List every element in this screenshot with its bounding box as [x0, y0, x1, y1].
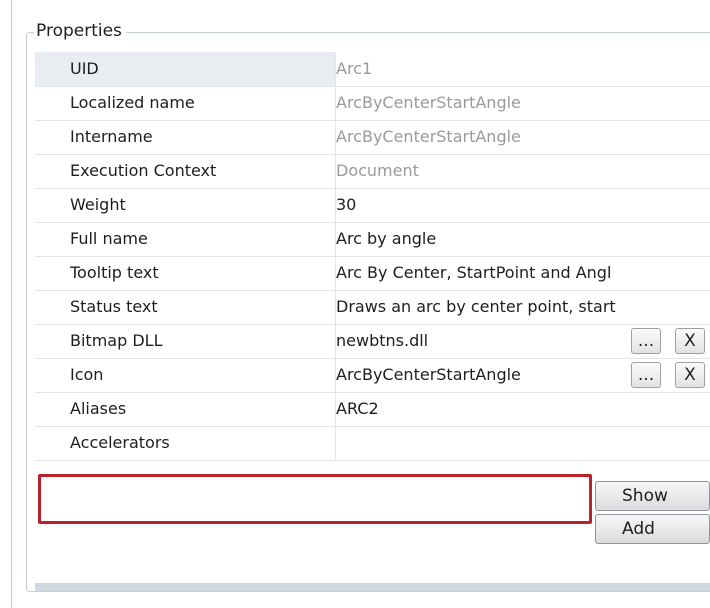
property-name: Icon [35, 358, 336, 392]
property-name: UID [35, 52, 336, 86]
property-row-weight[interactable]: Weight 30 [35, 188, 710, 223]
property-name: Weight [35, 188, 336, 222]
tooltip-text-value-field[interactable]: Arc By Center, StartPoint and Angl [336, 256, 611, 290]
icon-browse-button[interactable]: ... [631, 362, 661, 388]
property-row-localized-name[interactable]: Localized name ArcByCenterStartAngle [35, 86, 710, 121]
bitmap-dll-value-field[interactable]: newbtns.dll [336, 324, 428, 358]
property-name: Execution Context [35, 154, 336, 188]
property-row-intername[interactable]: Intername ArcByCenterStartAngle [35, 120, 710, 155]
property-name: Aliases [35, 392, 336, 426]
properties-group-title: Properties [34, 18, 126, 44]
horizontal-scrollbar[interactable] [35, 583, 710, 591]
full-name-value-field[interactable]: Arc by angle [336, 222, 436, 256]
property-name: Full name [35, 222, 336, 256]
property-row-tooltip-text[interactable]: Tooltip text Arc By Center, StartPoint a… [35, 256, 710, 291]
property-value: Document [336, 161, 419, 180]
property-name: Accelerators [35, 426, 336, 460]
property-row-full-name[interactable]: Full name Arc by angle [35, 222, 710, 257]
property-row-uid[interactable]: UID Arc1 [35, 52, 710, 87]
icon-clear-button[interactable]: X [675, 362, 705, 388]
window-left-border [11, 0, 12, 608]
property-row-status-text[interactable]: Status text Draws an arc by center point… [35, 290, 710, 325]
property-name: Status text [35, 290, 336, 324]
property-row-accelerators[interactable]: Accelerators [35, 426, 710, 461]
bitmap-dll-clear-button[interactable]: X [675, 328, 705, 354]
property-value: ArcByCenterStartAngle [336, 127, 521, 146]
aliases-value-field[interactable]: ARC2 [336, 392, 379, 426]
property-row-execution-context[interactable]: Execution Context Document [35, 154, 710, 189]
status-text-value-field[interactable]: Draws an arc by center point, start [336, 290, 616, 324]
add-accelerator-button[interactable]: Add [595, 514, 710, 544]
property-name: Localized name [35, 86, 336, 120]
property-value: Arc1 [336, 59, 373, 78]
property-row-icon[interactable]: Icon ArcByCenterStartAngle ... X [35, 358, 710, 393]
property-row-bitmap-dll[interactable]: Bitmap DLL newbtns.dll ... X [35, 324, 710, 359]
property-value: ArcByCenterStartAngle [336, 93, 521, 112]
bitmap-dll-browse-button[interactable]: ... [631, 328, 661, 354]
property-name: Tooltip text [35, 256, 336, 290]
property-row-aliases[interactable]: Aliases ARC2 [35, 392, 710, 427]
property-name: Bitmap DLL [35, 324, 336, 358]
show-aliases-button[interactable]: Show [595, 481, 710, 511]
property-name: Intername [35, 120, 336, 154]
weight-value-field[interactable]: 30 [336, 188, 356, 222]
icon-value-field[interactable]: ArcByCenterStartAngle [336, 358, 521, 392]
